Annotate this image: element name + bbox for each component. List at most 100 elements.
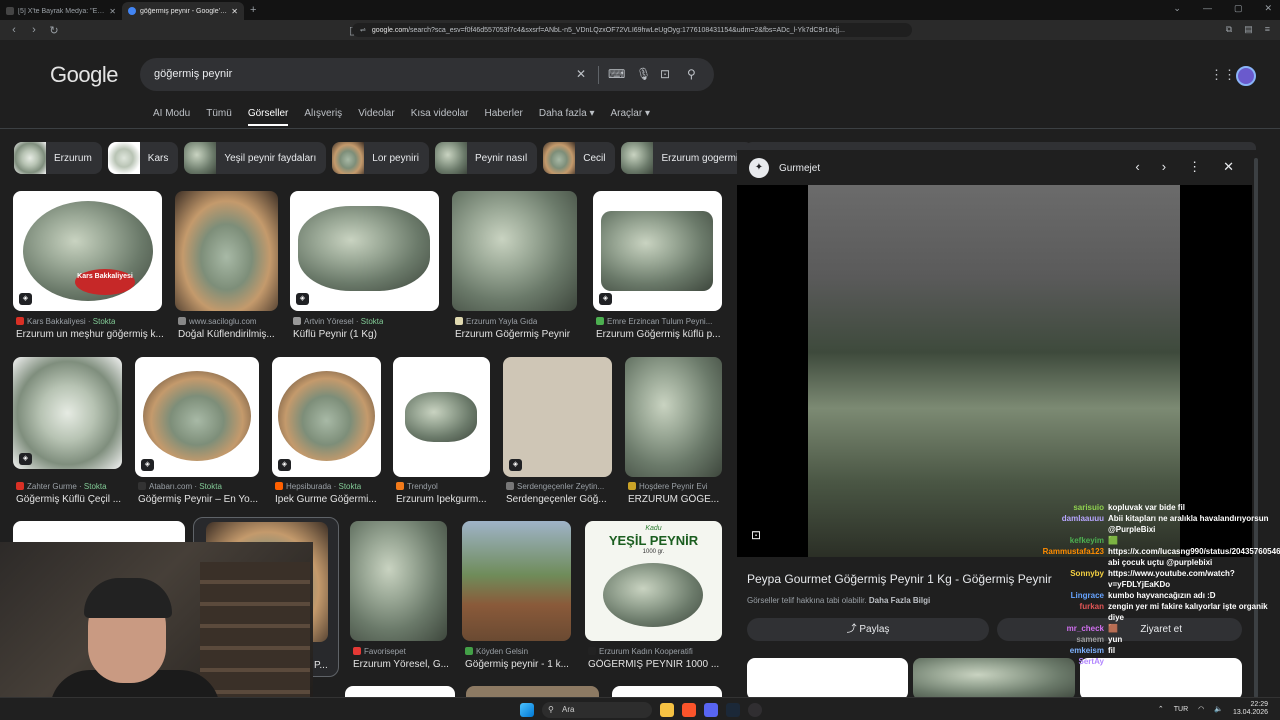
tab-tools[interactable]: Araçlar ▾ [610, 108, 649, 119]
search-input[interactable]: göğermiş peynir [154, 68, 232, 80]
extensions-icon[interactable]: ⧉ [1226, 24, 1232, 35]
image-result[interactable]: ◈ Serdengeçenler Zeytin... Serdengeçenle… [503, 357, 612, 512]
steam-icon[interactable] [726, 703, 740, 717]
panel-site-name[interactable]: Gurmejet [779, 163, 820, 174]
chat-username[interactable]: SertAy [1020, 656, 1105, 667]
discord-icon[interactable] [704, 703, 718, 717]
result-title[interactable]: Doğal Küflendirilmiş... [178, 329, 281, 340]
result-title[interactable]: Erzurum Göğermiş Peynir [455, 329, 580, 340]
result-title[interactable]: P... [314, 660, 334, 671]
brave-icon[interactable] [682, 703, 696, 717]
tab-search-icon[interactable]: ⌄ [1173, 3, 1181, 14]
share-button[interactable]: ⤴ Paylaş [747, 618, 989, 641]
image-result[interactable]: Favorisepet Erzurum Yöresel, G... [350, 521, 449, 676]
image-result[interactable]: Trendyol Erzurum İpekgurm... [393, 357, 490, 512]
search-box[interactable]: göğermiş peynir ✕ ⌨ 🎙 ⊡ ⚲ [140, 58, 714, 91]
result-title[interactable]: ERZURUM GÖĞE... [628, 494, 725, 505]
image-result[interactable]: Köyden Gelsin Göğermiş peynir - 1 k... [462, 521, 571, 676]
result-image[interactable] [350, 521, 447, 641]
tray-chevron-icon[interactable]: ⌃ [1158, 705, 1164, 713]
forward-icon[interactable]: › [28, 24, 40, 36]
image-result[interactable]: Kars Bakkaliyesi ◈ Kars Bakkaliyesi · St… [13, 191, 165, 346]
image-result[interactable]: www.saciloglu.com Doğal Küflendirilmiş..… [175, 191, 278, 346]
chat-username[interactable]: mr_check [1020, 623, 1104, 634]
image-result[interactable]: ◈ Artvin Yöresel · Stokta Küflü Peynir (… [290, 191, 439, 346]
clear-search-icon[interactable]: ✕ [576, 67, 586, 81]
chip-erzurum[interactable]: Erzurum [14, 142, 102, 174]
result-title[interactable]: Serdengeçenler Göğ... [506, 494, 615, 505]
chip-how[interactable]: Peynir nasıl [434, 142, 538, 174]
image-result[interactable]: ◈ Emre Erzincan Tulum Peyni... Erzurum G… [593, 191, 722, 346]
result-image[interactable] [593, 191, 722, 311]
related-image[interactable] [747, 658, 908, 700]
result-image[interactable] [290, 191, 439, 311]
result-image[interactable] [175, 191, 278, 311]
volume-icon[interactable]: 🔈 [1214, 705, 1223, 713]
chat-username[interactable]: Rammustafa123 [1020, 546, 1104, 568]
previous-icon[interactable]: ‹ [1135, 159, 1139, 175]
tab-videos[interactable]: Videolar [358, 108, 395, 119]
image-result[interactable]: ◈ Hepsiburada · Stokta İpek Gurme Göğerm… [272, 357, 381, 512]
chat-username[interactable]: sarisuio [1020, 502, 1104, 513]
result-image[interactable] [135, 357, 259, 477]
tab-all[interactable]: Tümü [206, 108, 232, 119]
menu-icon[interactable]: ≡ [1265, 24, 1270, 35]
tab-short-videos[interactable]: Kısa videolar [411, 108, 469, 119]
chat-username[interactable]: Sonnyby [1020, 568, 1104, 590]
chat-username[interactable]: damlaauuu [1020, 513, 1104, 535]
url-bar[interactable]: ⇌ google.com /search?sca_esv=f0f46d55705… [352, 23, 912, 37]
lens-search-icon[interactable]: ⊡ [751, 528, 761, 542]
result-image[interactable] [625, 357, 722, 477]
maximize-icon[interactable]: ▢ [1234, 3, 1243, 14]
tab-more[interactable]: Daha fazla ▾ [539, 108, 595, 119]
google-logo[interactable]: Google [50, 62, 118, 88]
chat-username[interactable]: kefkeyim [1020, 535, 1104, 546]
result-image[interactable] [462, 521, 571, 641]
site-info-icon[interactable]: ⇌ [360, 26, 366, 34]
back-icon[interactable]: ‹ [8, 24, 20, 36]
browser-tab-2[interactable]: göğermiş peynir - Google'da Ara ✕ [122, 2, 244, 20]
chat-username[interactable]: furkan [1020, 601, 1104, 623]
tab-images[interactable]: Görseller [247, 108, 288, 126]
microphone-icon[interactable]: 🎙 [636, 67, 651, 81]
chat-username[interactable]: samem [1020, 634, 1104, 645]
result-image[interactable] [452, 191, 577, 311]
close-icon[interactable]: ✕ [1223, 159, 1234, 175]
close-window-icon[interactable]: ✕ [1264, 3, 1272, 14]
lens-icon[interactable]: ⊡ [660, 67, 670, 81]
tab-news[interactable]: Haberler [485, 108, 523, 119]
language-indicator[interactable]: TUR [1174, 706, 1188, 713]
tab-shopping[interactable]: Alışveriş [304, 108, 342, 119]
result-title[interactable]: Göğermiş Peynir – En Yo... [138, 494, 262, 505]
image-result[interactable]: Erzurum Yayla Gıda Erzurum Göğermiş Peyn… [452, 191, 577, 346]
taskbar-search[interactable]: ⚲ Ara [542, 702, 652, 718]
search-icon[interactable]: ⚲ [687, 67, 696, 81]
result-title[interactable]: Erzurum un meşhur göğermiş k... [16, 329, 165, 340]
more-options-icon[interactable]: ⋮ [1188, 159, 1201, 175]
keyboard-icon[interactable]: ⌨ [608, 67, 625, 81]
avatar[interactable] [1236, 66, 1256, 86]
result-image[interactable]: Kars Bakkaliyesi [13, 191, 162, 311]
new-tab-button[interactable]: + [250, 4, 256, 16]
tab-ai-mode[interactable]: AI Modu [153, 108, 190, 119]
chat-username[interactable]: Lingrace [1020, 590, 1104, 601]
clock[interactable]: 22:29 13.04.2026 [1233, 701, 1268, 717]
obs-icon[interactable] [748, 703, 762, 717]
result-title[interactable]: Erzurum Yöresel, G... [353, 659, 453, 670]
result-image[interactable] [393, 357, 490, 477]
close-tab-icon[interactable]: ✕ [109, 7, 116, 16]
image-result[interactable]: Hoşdere Peynir Evi ERZURUM GÖĞE... [625, 357, 722, 512]
result-title[interactable]: GÖĞERMİŞ PEYNİR 1000 ... [588, 659, 725, 670]
chip-cecil[interactable]: Cecil [543, 142, 616, 174]
chat-username[interactable]: emkeism [1020, 645, 1104, 656]
result-title[interactable]: Göğermiş Küflü Çeçil ... [16, 494, 131, 505]
result-image[interactable]: Kadu YEŞİL PEYNİR 1000 gr. [585, 521, 722, 641]
chip-erzurum-gogermis[interactable]: Erzurum gogermis [621, 142, 754, 174]
result-title[interactable]: Erzurum İpekgurm... [396, 494, 496, 505]
minimize-icon[interactable]: — [1203, 3, 1212, 14]
image-result[interactable]: ◈ Atabarı.com · Stokta Göğermiş Peynir –… [135, 357, 259, 512]
sidebar-icon[interactable]: ▤ [1244, 24, 1253, 35]
next-icon[interactable]: › [1162, 159, 1166, 175]
close-tab-icon[interactable]: ✕ [231, 7, 238, 16]
preview-title[interactable]: Peypa Gourmet Göğermiş Peynir 1 Kg - Göğ… [747, 572, 1052, 586]
